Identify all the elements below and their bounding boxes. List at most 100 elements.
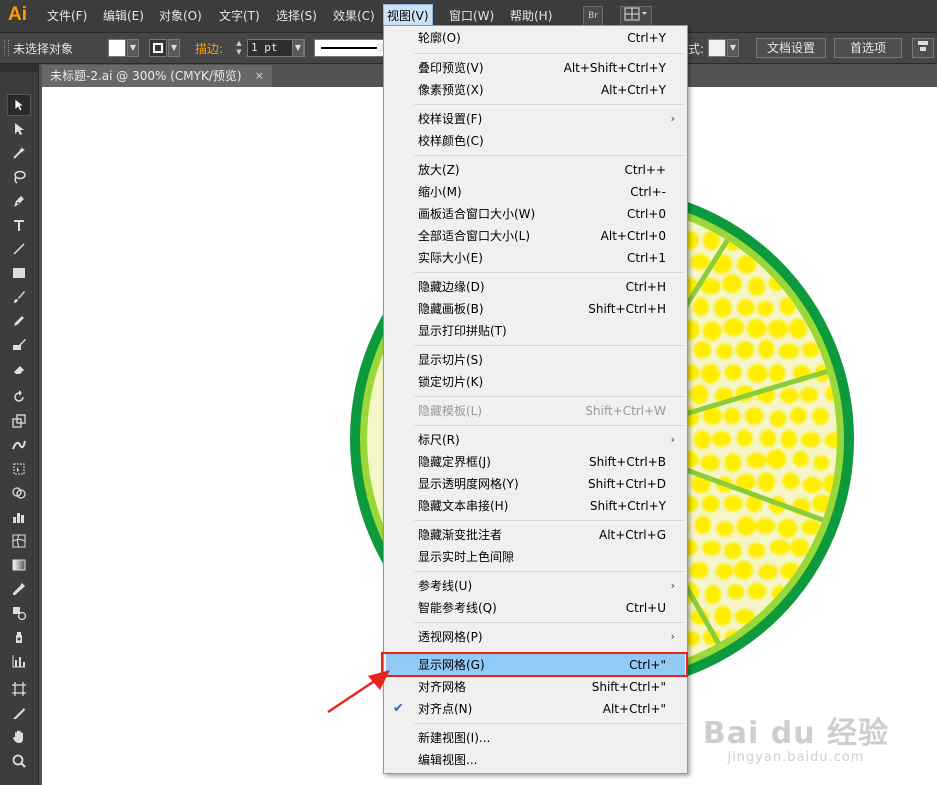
pulp-cell xyxy=(735,341,754,359)
blend-icon xyxy=(13,607,27,621)
view-menu-item[interactable]: ✔ 对齐点(N) Alt+Ctrl+" xyxy=(386,698,685,720)
stroke-swatch[interactable] xyxy=(149,39,167,57)
eyedropper-tool[interactable] xyxy=(7,578,31,600)
view-menu-item[interactable]: 锁定切片(K) xyxy=(386,371,685,393)
menu-object[interactable]: 对象(O) xyxy=(156,5,205,27)
artboard-tool[interactable] xyxy=(7,678,31,700)
view-menu-item-label: 全部适合窗口大小(L) xyxy=(418,229,531,243)
stroke-weight-spinner[interactable]: ▲ ▼ xyxy=(233,39,245,57)
hand-tool[interactable] xyxy=(7,726,31,748)
column-graph-tool[interactable] xyxy=(7,650,31,672)
eraser-tool[interactable] xyxy=(7,358,31,380)
view-menu-item[interactable]: 显示透明度网格(Y) Shift+Ctrl+D xyxy=(386,473,685,495)
artboard-icon xyxy=(12,682,26,696)
menu-separator xyxy=(414,425,685,426)
slice-tool[interactable] xyxy=(7,702,31,724)
view-menu-item[interactable]: 智能参考线(Q) Ctrl+U xyxy=(386,597,685,619)
pulp-cell xyxy=(758,564,778,580)
document-tab[interactable]: 未标题-2.ai @ 300% (CMYK/预览) × xyxy=(42,65,272,87)
view-menu-item[interactable]: 实际大小(E) Ctrl+1 xyxy=(386,247,685,269)
magic-wand-tool[interactable] xyxy=(7,142,31,164)
fill-dropdown[interactable]: ▼ xyxy=(127,39,139,57)
bridge-button[interactable]: Br xyxy=(583,6,603,26)
view-menu-item[interactable]: 对齐网格 Shift+Ctrl+" xyxy=(386,676,685,698)
gradient-tool[interactable] xyxy=(7,554,31,576)
view-menu-item[interactable]: 像素预览(X) Alt+Ctrl+Y xyxy=(386,79,685,101)
selection-arrow-icon xyxy=(14,98,26,112)
pencil-icon xyxy=(14,316,24,326)
view-menu-item[interactable]: 显示实时上色间隙 xyxy=(386,546,685,568)
view-menu-item[interactable]: 全部适合窗口大小(L) Alt+Ctrl+0 xyxy=(386,225,685,247)
view-menu-item[interactable]: 透视网格(P) › xyxy=(386,626,685,648)
rectangle-tool[interactable] xyxy=(7,262,31,284)
arrange-documents-button[interactable] xyxy=(620,6,652,26)
menu-window[interactable]: 窗口(W) xyxy=(446,5,497,27)
view-menu-item[interactable]: 隐藏边缘(D) Ctrl+H xyxy=(386,276,685,298)
paintbrush-tool[interactable] xyxy=(7,286,31,308)
preferences-button[interactable]: 首选项 xyxy=(834,38,902,58)
menu-file[interactable]: 文件(F) xyxy=(44,5,90,27)
menu-effect[interactable]: 效果(C) xyxy=(330,5,378,27)
blob-brush-tool[interactable] xyxy=(7,334,31,356)
pencil-tool[interactable] xyxy=(7,310,31,332)
view-menu-item[interactable]: 放大(Z) Ctrl++ xyxy=(386,159,685,181)
menu-edit[interactable]: 编辑(E) xyxy=(100,5,147,27)
selection-tool[interactable] xyxy=(7,94,31,116)
warp-tool[interactable] xyxy=(7,434,31,456)
free-transform-tool[interactable] xyxy=(7,458,31,480)
pulp-cell xyxy=(766,449,787,469)
rotate-tool[interactable] xyxy=(7,386,31,408)
menu-type[interactable]: 文字(T) xyxy=(216,5,263,27)
stroke-weight-dropdown[interactable]: ▼ xyxy=(292,39,304,57)
type-tool[interactable] xyxy=(7,214,31,236)
view-menu-item[interactable]: 隐藏画板(B) Shift+Ctrl+H xyxy=(386,298,685,320)
view-menu-item[interactable]: 缩小(M) Ctrl+- xyxy=(386,181,685,203)
view-menu-item[interactable]: 隐藏文本串接(H) Shift+Ctrl+Y xyxy=(386,495,685,517)
fill-swatch[interactable] xyxy=(108,39,126,57)
menu-select[interactable]: 选择(S) xyxy=(273,5,320,27)
zoom-tool[interactable] xyxy=(7,750,31,772)
view-menu-item[interactable]: 画板适合窗口大小(W) Ctrl+0 xyxy=(386,203,685,225)
view-menu-item[interactable]: 校样颜色(C) xyxy=(386,130,685,152)
view-menu-item[interactable]: 编辑视图... xyxy=(386,749,685,771)
pen-tool[interactable] xyxy=(7,190,31,212)
stroke-dropdown[interactable]: ▼ xyxy=(168,39,180,57)
close-tab-icon[interactable]: × xyxy=(255,65,264,87)
blend-tool[interactable] xyxy=(7,602,31,624)
view-menu-item[interactable]: 校样设置(F) › xyxy=(386,108,685,130)
pulp-cell xyxy=(744,407,764,425)
shape-builder-tool[interactable] xyxy=(7,482,31,504)
view-menu-item-shortcut: Ctrl+- xyxy=(630,185,666,199)
view-menu-item-label: 隐藏模板(L) xyxy=(418,404,483,418)
view-menu-item[interactable]: 叠印预览(V) Alt+Shift+Ctrl+Y xyxy=(386,57,685,79)
arrange-icon-button[interactable] xyxy=(912,38,934,58)
graph-tool[interactable] xyxy=(7,506,31,528)
style-dropdown[interactable]: ▼ xyxy=(727,39,739,57)
scale-tool[interactable] xyxy=(7,410,31,432)
mesh-tool[interactable] xyxy=(7,530,31,552)
menu-help[interactable]: 帮助(H) xyxy=(507,5,555,27)
view-menu-item[interactable]: 新建视图(I)... xyxy=(386,727,685,749)
view-menu-item[interactable]: 显示打印拼贴(T) xyxy=(386,320,685,342)
view-menu-item[interactable]: 隐藏定界框(J) Shift+Ctrl+B xyxy=(386,451,685,473)
line-tool[interactable] xyxy=(7,238,31,260)
direct-selection-tool[interactable] xyxy=(7,118,31,140)
view-menu-item[interactable]: 标尺(R) › xyxy=(386,429,685,451)
stroke-style-preview[interactable] xyxy=(314,39,384,57)
menu-separator xyxy=(414,272,685,273)
stroke-link[interactable]: 描边: xyxy=(195,40,223,57)
pulp-cell xyxy=(722,274,742,293)
style-swatch[interactable] xyxy=(708,39,726,57)
menu-separator xyxy=(414,155,685,156)
pulp-cell xyxy=(737,299,755,316)
view-menu-item[interactable]: 轮廓(O) Ctrl+Y xyxy=(386,27,685,49)
slice-knife-icon xyxy=(13,708,25,719)
lasso-tool[interactable] xyxy=(7,166,31,188)
document-setup-button[interactable]: 文档设置 xyxy=(756,38,826,58)
symbol-sprayer-tool[interactable] xyxy=(7,626,31,648)
view-menu-item[interactable]: 参考线(U) › xyxy=(386,575,685,597)
view-menu-item[interactable]: 显示网格(G) Ctrl+" xyxy=(386,654,685,676)
view-menu-item-label: 对齐点(N) xyxy=(418,702,473,716)
view-menu-item[interactable]: 隐藏渐变批注者 Alt+Ctrl+G xyxy=(386,524,685,546)
view-menu-item[interactable]: 显示切片(S) xyxy=(386,349,685,371)
